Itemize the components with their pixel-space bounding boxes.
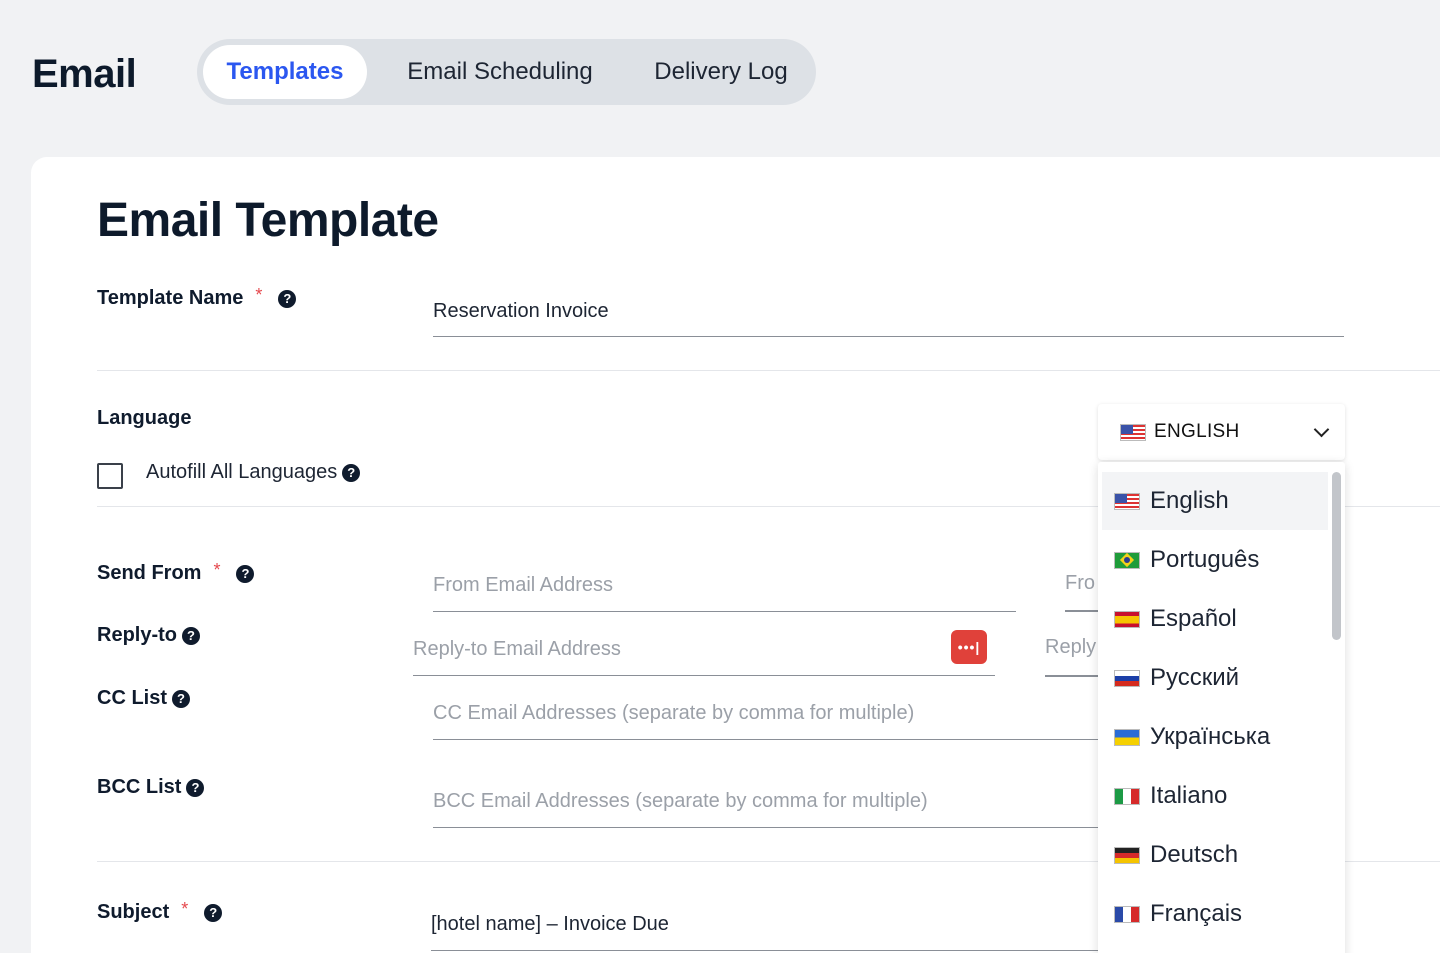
language-dropdown-menu: English Português Español Русский Україн… — [1098, 462, 1345, 953]
subject-label: Subject * ? — [97, 899, 223, 924]
bcc-input[interactable] — [433, 788, 1113, 828]
autofill-label-text: Autofill All Languages — [146, 461, 338, 483]
template-name-input[interactable] — [433, 298, 1344, 337]
language-select[interactable]: ENGLISH — [1098, 404, 1345, 460]
dropdown-scrollbar[interactable] — [1332, 472, 1341, 952]
from-name-input-partial[interactable]: Fro — [1065, 572, 1095, 595]
required-mark: * — [213, 560, 221, 580]
from-email-input[interactable] — [433, 572, 1016, 612]
autofill-label: Autofill All Languages ? — [146, 461, 361, 484]
br-flag-icon — [1114, 551, 1140, 569]
language-option-label: Deutsch — [1150, 841, 1239, 868]
it-flag-icon — [1114, 787, 1140, 805]
language-option-label: Español — [1150, 605, 1237, 632]
required-mark: * — [181, 899, 189, 919]
ua-flag-icon — [1114, 728, 1140, 746]
language-option-portuguese[interactable]: Português — [1102, 531, 1328, 589]
cc-list-label: CC List ? — [97, 687, 190, 710]
help-icon[interactable]: ? — [204, 903, 223, 922]
scrollbar-thumb[interactable] — [1332, 472, 1341, 640]
tab-bar: Templates Email Scheduling Delivery Log — [197, 39, 816, 105]
cc-list-label-text: CC List — [97, 687, 167, 709]
reply-to-label: Reply-to ? — [97, 624, 200, 647]
language-option-label: Français — [1150, 900, 1243, 927]
help-icon[interactable]: ? — [186, 778, 205, 797]
help-icon[interactable]: ? — [342, 463, 361, 482]
language-option-label: Українська — [1150, 723, 1271, 750]
es-flag-icon — [1114, 610, 1140, 628]
language-option-french[interactable]: Français — [1102, 885, 1328, 943]
reply-to-input[interactable] — [413, 636, 995, 676]
language-option-label: Italiano — [1150, 782, 1228, 809]
language-option-ukrainian[interactable]: Українська — [1102, 708, 1328, 766]
language-option-label: Русский — [1150, 664, 1240, 691]
help-icon[interactable]: ? — [236, 564, 255, 583]
language-option-english[interactable]: English — [1102, 472, 1328, 530]
tab-delivery-log[interactable]: Delivery Log — [633, 45, 809, 99]
language-label: Language — [97, 407, 192, 429]
us-flag-icon — [1120, 423, 1146, 441]
reply-to-label-text: Reply-to — [97, 624, 177, 646]
dots-icon[interactable]: •••| — [951, 630, 987, 664]
subject-input[interactable] — [431, 911, 1113, 951]
cc-input[interactable] — [433, 700, 1113, 740]
us-flag-icon — [1114, 492, 1140, 510]
ru-flag-icon — [1114, 669, 1140, 687]
language-option-italian[interactable]: Italiano — [1102, 767, 1328, 825]
help-icon[interactable]: ? — [182, 626, 200, 645]
subject-label-text: Subject — [97, 901, 170, 923]
help-icon[interactable]: ? — [172, 689, 190, 708]
required-mark: * — [255, 285, 263, 305]
language-selected-value: ENGLISH — [1154, 421, 1240, 442]
tab-email-scheduling[interactable]: Email Scheduling — [367, 45, 633, 99]
language-option-spanish[interactable]: Español — [1102, 590, 1328, 648]
card-title: Email Template — [97, 194, 439, 247]
language-option-label: Português — [1150, 546, 1260, 573]
send-from-label-text: Send From — [97, 562, 202, 584]
autofill-checkbox[interactable] — [97, 463, 123, 489]
de-flag-icon — [1114, 846, 1140, 864]
help-icon[interactable]: ? — [278, 289, 297, 308]
tab-templates[interactable]: Templates — [203, 45, 367, 99]
bcc-list-label-text: BCC List — [97, 776, 182, 798]
language-option-label: English — [1150, 487, 1229, 514]
language-option-russian[interactable]: Русский — [1102, 649, 1328, 707]
bcc-list-label: BCC List ? — [97, 776, 205, 799]
send-from-label: Send From * ? — [97, 560, 255, 585]
template-name-label-text: Template Name — [97, 287, 244, 309]
field-underline — [1045, 675, 1105, 677]
template-name-label: Template Name * ? — [97, 285, 297, 310]
fr-flag-icon — [1114, 905, 1140, 923]
reply-to-name-input-partial[interactable]: Reply — [1045, 636, 1096, 659]
divider — [97, 370, 1440, 371]
chevron-down-icon — [1313, 421, 1330, 437]
page-title: Email — [32, 52, 137, 96]
language-option-german[interactable]: Deutsch — [1102, 826, 1328, 884]
